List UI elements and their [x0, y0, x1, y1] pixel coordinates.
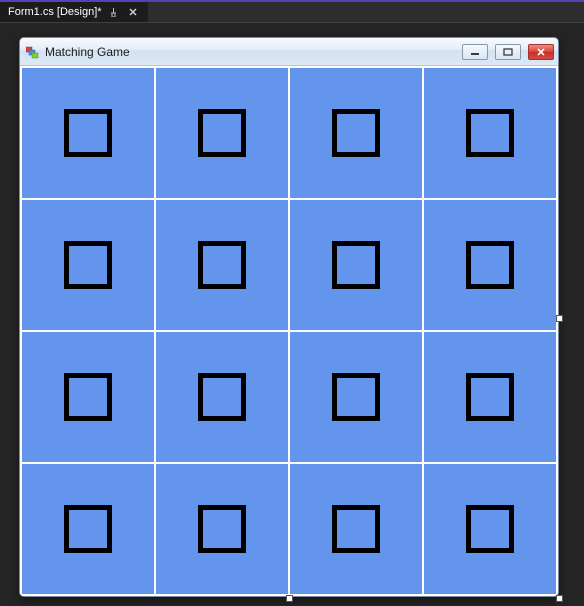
grid-cell[interactable]: [156, 200, 288, 330]
close-button[interactable]: [528, 44, 554, 60]
app-icon: [26, 45, 40, 59]
tab-label: Form1.cs [Design]*: [8, 6, 102, 18]
document-tab[interactable]: Form1.cs [Design]*: [0, 2, 148, 22]
game-grid: [20, 66, 558, 596]
square-icon: [64, 241, 112, 289]
grid-cell[interactable]: [22, 332, 154, 462]
resize-handle-right[interactable]: [556, 315, 563, 322]
grid-cell[interactable]: [22, 200, 154, 330]
square-icon: [466, 505, 514, 553]
square-icon: [198, 109, 246, 157]
resize-handle-bottom[interactable]: [286, 595, 293, 602]
form-titlebar[interactable]: Matching Game: [20, 38, 558, 66]
grid-cell[interactable]: [290, 200, 422, 330]
grid-cell[interactable]: [424, 200, 556, 330]
form-title: Matching Game: [45, 45, 455, 59]
maximize-button[interactable]: [495, 44, 521, 60]
grid-cell[interactable]: [424, 68, 556, 198]
square-icon: [332, 241, 380, 289]
square-icon: [332, 505, 380, 553]
grid-cell[interactable]: [156, 332, 288, 462]
pin-icon[interactable]: [108, 6, 120, 18]
square-icon: [466, 109, 514, 157]
square-icon: [64, 109, 112, 157]
grid-cell[interactable]: [290, 332, 422, 462]
grid-cell[interactable]: [22, 464, 154, 594]
square-icon: [198, 505, 246, 553]
vs-tab-bar: Form1.cs [Design]*: [0, 0, 584, 22]
grid-cell[interactable]: [290, 68, 422, 198]
grid-cell[interactable]: [290, 464, 422, 594]
windows-form[interactable]: Matching Game: [19, 37, 559, 597]
square-icon: [64, 505, 112, 553]
square-icon: [332, 373, 380, 421]
minimize-button[interactable]: [462, 44, 488, 60]
grid-cell[interactable]: [424, 464, 556, 594]
square-icon: [466, 241, 514, 289]
square-icon: [332, 109, 380, 157]
designer-surface[interactable]: Matching Game: [0, 22, 584, 606]
grid-cell[interactable]: [156, 464, 288, 594]
resize-handle-corner[interactable]: [556, 595, 563, 602]
square-icon: [64, 373, 112, 421]
close-tab-icon[interactable]: [126, 5, 140, 19]
square-icon: [198, 241, 246, 289]
grid-cell[interactable]: [156, 68, 288, 198]
grid-cell[interactable]: [424, 332, 556, 462]
grid-cell[interactable]: [22, 68, 154, 198]
square-icon: [198, 373, 246, 421]
square-icon: [466, 373, 514, 421]
